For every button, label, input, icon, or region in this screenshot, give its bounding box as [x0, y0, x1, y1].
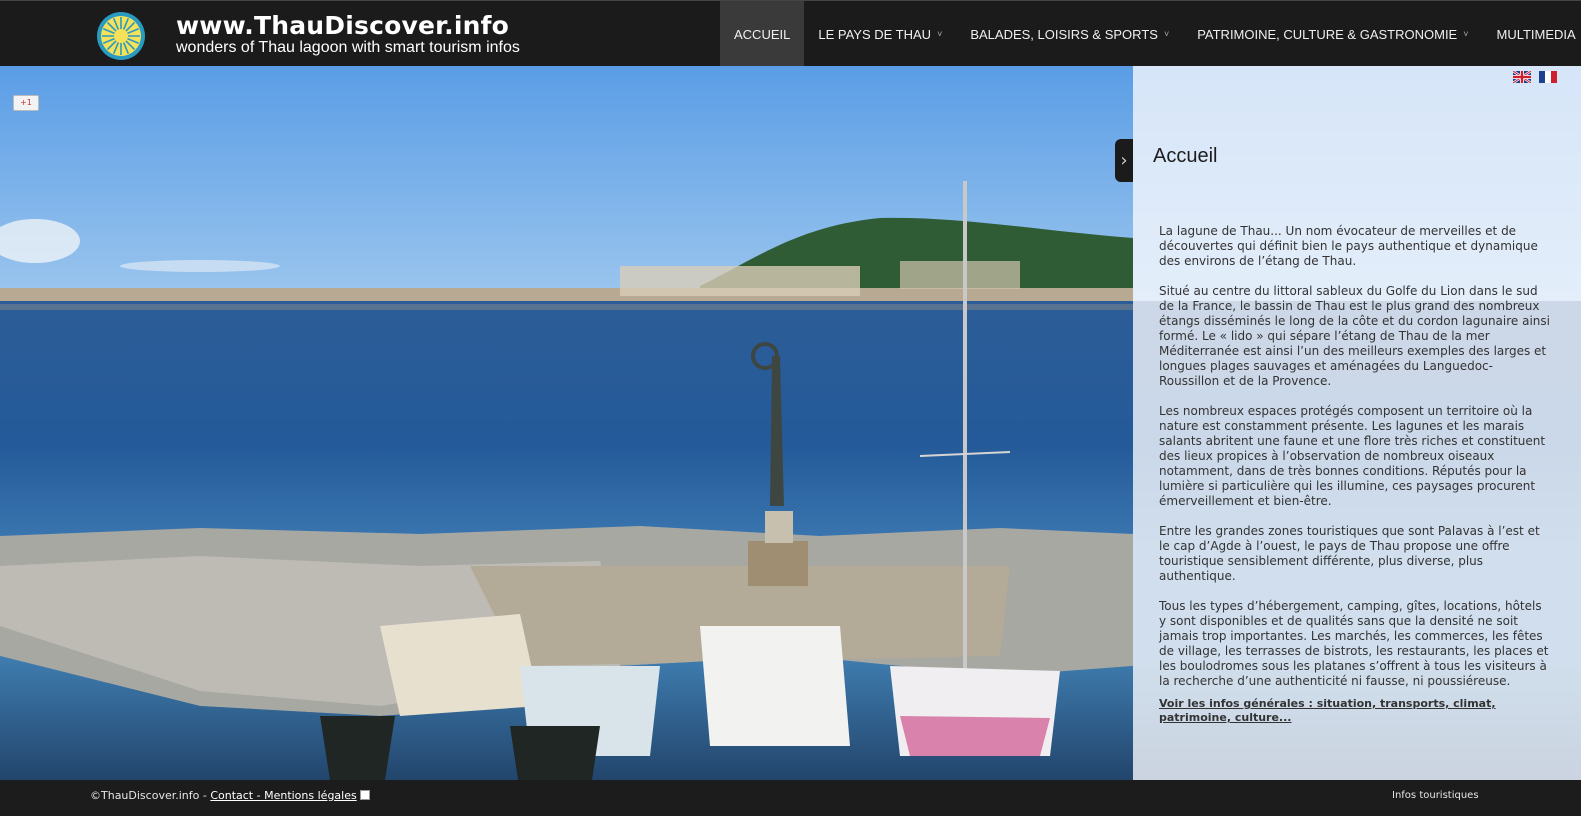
paragraph: Tous les types d’hébergement, camping, g… — [1159, 599, 1549, 688]
paragraph: Les nombreux espaces protégés composent … — [1159, 404, 1546, 508]
nav-item-label: LE PAYS DE THAU — [818, 26, 932, 42]
nav-item-patrimoine[interactable]: PATRIMOINE, CULTURE & GASTRONOMIE ˅ — [1183, 1, 1482, 67]
language-switcher — [1513, 71, 1557, 83]
nav-item-pays-de-thau[interactable]: LE PAYS DE THAU ˅ — [804, 1, 956, 67]
nav-item-label: BALADES, LOISIRS & SPORTS — [970, 26, 1158, 42]
nav-item-label: ACCUEIL — [734, 26, 791, 42]
uk-flag-icon[interactable] — [1513, 71, 1531, 83]
paragraph: La lagune de Thau... Un nom évocateur de… — [1159, 224, 1538, 268]
nav-item-label: PATRIMOINE, CULTURE & GASTRONOMIE — [1197, 26, 1458, 42]
nav-item-accueil[interactable]: ACCUEIL — [720, 1, 805, 67]
site-title[interactable]: www.ThauDiscover.info — [176, 11, 509, 40]
site-footer: ©ThauDiscover.info - Contact - Mentions … — [0, 780, 1581, 816]
chevron-down-icon: ˅ — [937, 29, 943, 39]
footer-left: ©ThauDiscover.info - Contact - Mentions … — [90, 789, 370, 802]
tourist-info-link[interactable]: Infos touristiques — [1392, 790, 1479, 801]
intro-text: La lagune de Thau... Un nom évocateur de… — [1159, 224, 1551, 704]
site-tagline: wonders of Thau lagoon with smart touris… — [176, 39, 520, 56]
main-nav: ACCUEIL LE PAYS DE THAU ˅ BALADES, LOISI… — [720, 1, 1581, 67]
copyright-text: ©ThauDiscover.info - — [90, 789, 211, 802]
fr-flag-icon[interactable] — [1539, 71, 1557, 83]
google-plus-one-button[interactable]: +1 — [13, 95, 39, 111]
sun-logo-icon[interactable] — [96, 11, 146, 61]
page-title: Accueil — [1153, 145, 1218, 167]
external-link-icon[interactable] — [359, 790, 370, 800]
nav-item-balades[interactable]: BALADES, LOISIRS & SPORTS ˅ — [956, 1, 1183, 67]
chevron-down-icon: ˅ — [1163, 29, 1170, 39]
chevron-down-icon: ˅ — [1463, 29, 1469, 39]
contact-legal-link[interactable]: Contact - Mentions légales — [210, 789, 356, 802]
site-header: www.ThauDiscover.info wonders of Thau la… — [0, 0, 1581, 67]
paragraph: Entre les grandes zones touristiques que… — [1159, 524, 1540, 583]
general-info-link[interactable]: Voir les infos générales : situation, tr… — [1159, 697, 1551, 725]
panel-toggle-button[interactable]: › — [1115, 139, 1133, 182]
nav-item-multimedia[interactable]: MULTIMEDIA ˅ — [1483, 1, 1581, 67]
nav-item-label: MULTIMEDIA — [1496, 26, 1576, 42]
paragraph: Situé au centre du littoral sableux du G… — [1159, 284, 1550, 388]
